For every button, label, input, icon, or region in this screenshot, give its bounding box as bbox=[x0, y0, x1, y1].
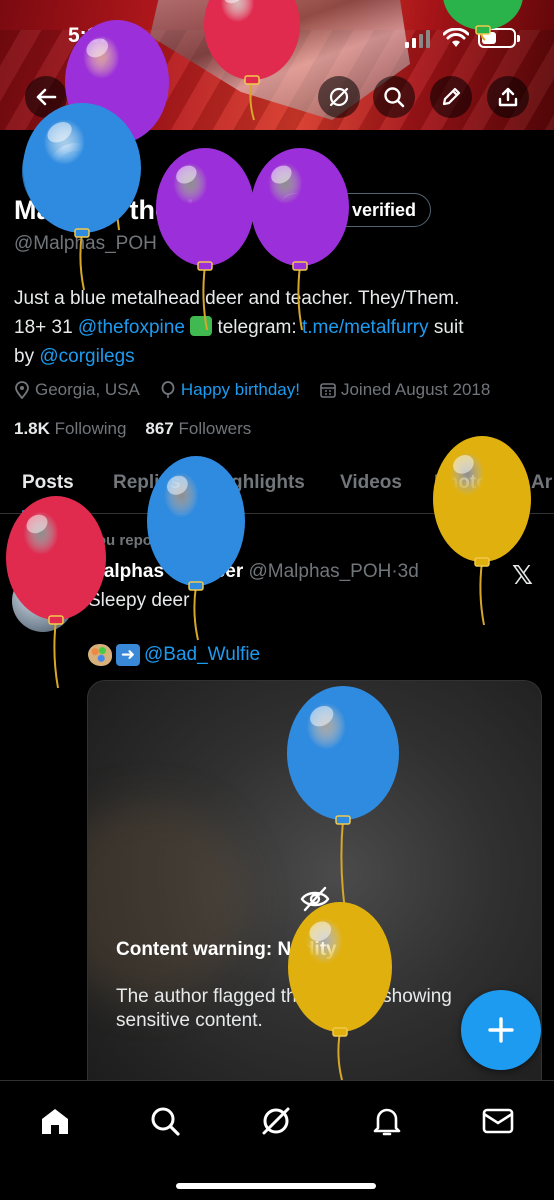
content-warning-title: Content warning: Nudity bbox=[116, 939, 337, 960]
battery-icon bbox=[478, 28, 520, 48]
nav-messages[interactable] bbox=[478, 1101, 518, 1141]
profile-handle: @Malphas_POH bbox=[14, 233, 157, 254]
plus-icon bbox=[488, 1017, 514, 1043]
balloon-icon bbox=[161, 381, 175, 398]
mention-link[interactable]: @corgilegs bbox=[39, 346, 134, 367]
tab-replies[interactable]: Replies bbox=[113, 472, 181, 494]
green-heart-icon bbox=[190, 316, 213, 336]
mention-link[interactable]: @thefoxpine bbox=[78, 317, 185, 338]
pencil-icon bbox=[442, 87, 461, 106]
share-icon bbox=[498, 87, 518, 107]
home-indicator bbox=[176, 1183, 376, 1189]
tab-posts[interactable]: Posts bbox=[22, 472, 74, 494]
grok-button[interactable] bbox=[318, 76, 360, 118]
get-verified-label: Get verified bbox=[317, 199, 417, 220]
post-credit: ➜ @Bad_Wulfie bbox=[88, 644, 260, 666]
compose-button[interactable] bbox=[461, 990, 541, 1070]
bottom-nav bbox=[0, 1080, 554, 1200]
post-author-avatar[interactable] bbox=[12, 570, 74, 632]
nav-search[interactable] bbox=[145, 1101, 185, 1141]
verified-badge-icon bbox=[289, 200, 309, 220]
search-button[interactable] bbox=[373, 76, 415, 118]
grok-icon bbox=[262, 1107, 290, 1135]
post-author-handle: @Malphas_POH bbox=[248, 561, 392, 582]
tab-articles[interactable]: Ar bbox=[531, 472, 552, 494]
tab-highlights[interactable]: Highlights bbox=[212, 472, 305, 494]
location-pin-icon bbox=[15, 381, 29, 399]
search-icon bbox=[151, 1107, 180, 1136]
active-tab-indicator bbox=[22, 510, 82, 514]
nav-home[interactable] bbox=[35, 1101, 75, 1141]
nav-grok[interactable] bbox=[256, 1101, 296, 1141]
profile-meta: Georgia, USA Happy birthday! Joined Augu… bbox=[14, 378, 504, 402]
right-arrow-icon: ➜ bbox=[116, 644, 140, 666]
post-author-name: Malphas the deer bbox=[88, 561, 244, 582]
grok-icon bbox=[329, 87, 349, 107]
profile-name: Malphas the deer bbox=[14, 195, 235, 225]
profile-bio: Just a blue metalhead deer and teacher. … bbox=[14, 288, 464, 367]
repost-indicator: You reposted bbox=[60, 532, 183, 549]
share-button[interactable] bbox=[487, 76, 529, 118]
status-time: 5:17 bbox=[68, 24, 111, 47]
content-warning-body: The author flagged this post as showing … bbox=[116, 986, 452, 1031]
birthday-text[interactable]: Happy birthday! bbox=[181, 380, 300, 400]
telegram-link[interactable]: t.me/metalfurry bbox=[302, 317, 429, 338]
arrow-left-icon bbox=[36, 88, 57, 106]
follow-stats: 1.8K Following 867 Followers bbox=[14, 419, 251, 439]
followers-link[interactable]: 867 Followers bbox=[145, 419, 251, 438]
post-time: 3d bbox=[397, 561, 419, 582]
mention-link[interactable]: @Bad_Wulfie bbox=[144, 644, 260, 666]
status-bar: 5:17 bbox=[0, 20, 554, 54]
repost-icon bbox=[63, 532, 77, 549]
envelope-icon bbox=[482, 1108, 514, 1134]
home-icon bbox=[42, 1109, 68, 1134]
cellular-signal-icon bbox=[405, 30, 430, 48]
profile-tabs: Posts Replies Highlights Videos Photos A… bbox=[0, 460, 554, 514]
artist-palette-icon bbox=[88, 644, 112, 666]
joined-text: Joined August 2018 bbox=[340, 380, 491, 399]
wifi-icon bbox=[443, 28, 469, 47]
tab-photos[interactable]: Photos bbox=[434, 472, 498, 494]
search-icon bbox=[384, 87, 405, 108]
bell-icon bbox=[373, 1108, 401, 1136]
following-link[interactable]: 1.8K Following bbox=[14, 419, 126, 438]
calendar-icon bbox=[320, 383, 336, 398]
post-text: Sleepy deer bbox=[88, 590, 190, 611]
x-logo-icon: 𝕏 bbox=[512, 560, 533, 590]
tab-videos[interactable]: Videos bbox=[340, 472, 402, 494]
eye-off-icon bbox=[300, 886, 330, 912]
post-header[interactable]: Malphas the deer @Malphas_POH·3d bbox=[88, 561, 419, 583]
nav-notifications[interactable] bbox=[367, 1101, 407, 1141]
edit-profile-button[interactable] bbox=[430, 76, 472, 118]
back-button[interactable] bbox=[25, 76, 67, 118]
get-verified-button[interactable]: Get verified bbox=[278, 193, 432, 227]
location-text: Georgia, USA bbox=[35, 380, 140, 399]
